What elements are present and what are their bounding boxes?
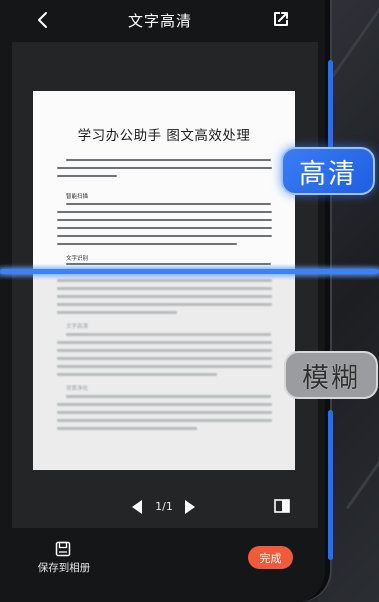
page-indicator: 1/1 [155,500,173,513]
text-line [57,373,217,376]
text-line [57,219,272,222]
text-line [66,333,271,336]
text-line [57,419,272,422]
section-heading: 文字识别 [66,256,89,262]
text-line [66,159,271,162]
text-line [57,365,272,368]
section-heading: 背景净化 [66,386,89,392]
text-line [57,311,177,314]
phone-screen: 文字高清 学习办公助手 图文高效处理 智能扫描 文字识别 文字高清 背景净化 1… [0,0,330,602]
text-line [57,235,272,238]
prev-page-icon[interactable] [131,499,143,515]
save-icon [55,541,71,557]
save-to-album-button[interactable]: 保存到相册 [34,541,94,581]
text-line [66,395,271,398]
text-line [57,175,117,178]
frame-accent [328,60,333,160]
text-line [57,211,272,214]
text-line [57,227,272,230]
compare-icon[interactable] [274,499,290,513]
frame-accent [328,410,333,560]
share-icon[interactable] [271,9,291,29]
done-button[interactable]: 完成 [248,546,293,569]
comparison-scan-line[interactable] [0,264,379,280]
next-page-icon[interactable] [184,499,196,515]
text-line [57,295,272,298]
text-line [57,427,197,430]
clear-badge: 高清 [281,147,375,195]
text-line [57,287,272,290]
top-bar: 文字高清 [0,0,320,40]
document-preview: 学习办公助手 图文高效处理 智能扫描 文字识别 文字高清 背景净化 [33,91,295,470]
text-line [57,411,272,414]
section-heading: 文字高清 [66,324,89,330]
text-line [57,167,272,170]
document-title: 学习办公助手 图文高效处理 [77,128,251,144]
text-line [57,243,237,246]
text-line [57,303,272,306]
text-line [57,349,272,352]
scan-line-bar [0,269,379,274]
text-line [57,403,272,406]
save-label: 保存到相册 [37,562,91,574]
text-line [57,341,272,344]
section-heading: 智能扫描 [66,194,89,200]
blurry-badge: 模糊 [284,351,378,399]
text-line [57,357,272,360]
text-line [66,203,271,206]
